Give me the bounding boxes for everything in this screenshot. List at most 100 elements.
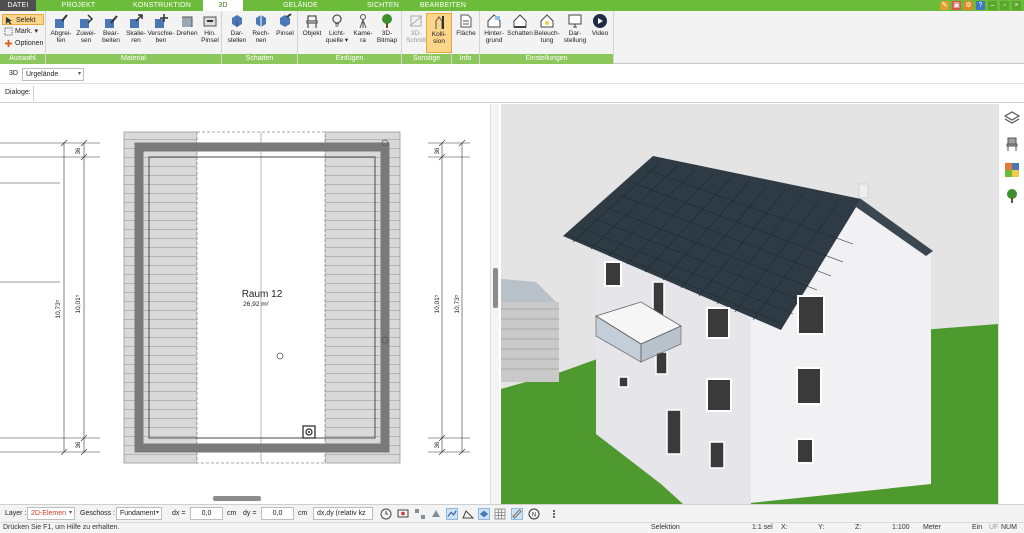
zuweisen-button[interactable]: Zuwei- sen bbox=[73, 13, 99, 53]
room-name: Raum 12 bbox=[242, 289, 283, 300]
minimize-button[interactable]: – bbox=[988, 1, 997, 10]
north-icon[interactable]: N bbox=[528, 508, 540, 520]
kamera-button[interactable]: Kame- ra bbox=[350, 13, 376, 53]
assign-material-icon bbox=[80, 14, 94, 28]
layer-label: Layer : bbox=[5, 510, 27, 517]
settings-icon[interactable]: ⚙ bbox=[964, 1, 973, 10]
status-help-text: Drücken Sie F1, um Hilfe zu erhalten. bbox=[3, 524, 120, 531]
status-bar: Drücken Sie F1, um Hilfe zu erhalten. Se… bbox=[0, 522, 1024, 533]
kollision-button[interactable]: Kolli- sion bbox=[426, 13, 452, 53]
group-label-einstellungen: Einstellungen bbox=[480, 54, 613, 64]
play-icon bbox=[593, 14, 607, 28]
help-tools-icon[interactable]: ✎ bbox=[940, 1, 949, 10]
terrain-select-value: Urgelände bbox=[26, 71, 59, 78]
mark-button[interactable]: Mark. ▾ bbox=[2, 26, 44, 37]
snap-angle-icon[interactable] bbox=[462, 508, 474, 520]
optionen-button[interactable]: Optionen bbox=[2, 38, 44, 49]
dim-right-inner: 10,01⁵ bbox=[434, 294, 441, 313]
geschoss-label: Geschoss : bbox=[80, 510, 116, 517]
snap-grid-icon[interactable] bbox=[414, 508, 426, 520]
mark-label: Mark. ▾ bbox=[15, 28, 38, 35]
ruler-icon[interactable] bbox=[511, 508, 523, 520]
tab-sichten[interactable]: SICHTEN bbox=[358, 0, 408, 11]
coordinate-mode-select[interactable]: dx,dy (relativ kz bbox=[313, 507, 373, 520]
schatten-pinsel-button[interactable]: Pinsel bbox=[272, 13, 298, 53]
schatten-settings-button[interactable]: Schatten bbox=[507, 13, 533, 53]
bearbeiten-button[interactable]: Bear- beiten bbox=[98, 13, 124, 53]
schatten-darstellen-button[interactable]: Dar- stellen bbox=[224, 13, 250, 53]
geschoss-select[interactable]: Fundament ▾ bbox=[116, 507, 162, 520]
app-icon[interactable]: ▣ bbox=[952, 1, 961, 10]
layer-select-value: 2D-Elemen bbox=[31, 510, 67, 517]
ribbon: Selekt Mark. ▾ Optionen Auswahl Abgrei- … bbox=[0, 11, 1024, 64]
tab-projekt[interactable]: PROJEKT bbox=[36, 0, 121, 11]
edit-material-icon bbox=[105, 15, 118, 28]
plants-icon[interactable] bbox=[1004, 188, 1020, 204]
grid-icon[interactable] bbox=[494, 508, 506, 520]
abgreifen-button[interactable]: Abgrei- fen bbox=[48, 13, 74, 53]
objekt-button[interactable]: Objekt bbox=[299, 13, 325, 53]
darstellung-button[interactable]: Dar- stellung bbox=[562, 13, 588, 53]
hintergrund-button[interactable]: Hinter- grund bbox=[481, 13, 507, 53]
cube-shadow-icon bbox=[232, 15, 242, 27]
snap-object-icon[interactable] bbox=[430, 508, 442, 520]
beleuchtung-button[interactable]: Beleuch- tung bbox=[534, 13, 560, 53]
selekt-label: Selekt bbox=[16, 17, 36, 24]
tab-gelaende[interactable]: GELÄNDE bbox=[243, 0, 358, 11]
dim-left-top: 36 bbox=[76, 147, 82, 154]
dialoge-label: Dialoge: bbox=[5, 89, 31, 96]
materials-icon[interactable] bbox=[1004, 162, 1020, 178]
house-background-icon bbox=[487, 14, 501, 28]
scroll-thumb[interactable] bbox=[213, 496, 261, 501]
3d-bitmap-button[interactable]: 3D- Bitmap bbox=[374, 13, 400, 53]
tab-3d[interactable]: 3D bbox=[203, 0, 243, 11]
screen-record-icon[interactable] bbox=[397, 508, 409, 520]
dx-input[interactable]: 0,0 bbox=[190, 507, 223, 520]
flaeche-button[interactable]: Fläche bbox=[453, 13, 479, 53]
schatten-rechnen-button[interactable]: Rech- nen bbox=[248, 13, 274, 53]
lichtquelle-button[interactable]: Licht- quelle ▾ bbox=[324, 13, 350, 53]
tab-bearbeiten[interactable]: BEARBEITEN bbox=[408, 0, 478, 11]
dim-left-outer: 10,73⁵ bbox=[55, 299, 62, 318]
snap-plane-icon[interactable] bbox=[478, 508, 490, 520]
chair-icon[interactable] bbox=[1004, 136, 1020, 152]
dy-input[interactable]: 0,0 bbox=[261, 507, 294, 520]
tab-datei[interactable]: DATEI bbox=[0, 0, 36, 11]
chevron-down-icon: ▾ bbox=[68, 510, 72, 516]
close-button[interactable]: × bbox=[1012, 1, 1021, 10]
layers-icon[interactable] bbox=[1004, 110, 1020, 126]
group-label-einfuegen: Einfügen bbox=[298, 54, 401, 64]
3d-view[interactable] bbox=[501, 104, 998, 504]
video-button[interactable]: Video bbox=[587, 13, 613, 53]
objekt-label: Objekt bbox=[302, 30, 322, 37]
ribbon-tab-bar: DATEI PROJEKT KONSTRUKTION 3D GELÄNDE SI… bbox=[0, 0, 1024, 11]
clock-icon[interactable] bbox=[380, 508, 392, 520]
maximize-button[interactable]: ▫ bbox=[1000, 1, 1009, 10]
tab-konstruktion[interactable]: KONSTRUKTION bbox=[121, 0, 203, 11]
video-label: Video bbox=[591, 30, 609, 37]
zuweisen-label: Zuwei- sen bbox=[76, 30, 96, 44]
help-icon[interactable]: ? bbox=[976, 1, 985, 10]
terrain-select[interactable]: Urgelände ▾ bbox=[22, 68, 84, 81]
status-num: NUM bbox=[1001, 524, 1017, 531]
scroll-thumb[interactable] bbox=[493, 268, 498, 308]
beleuchtung-label: Beleuch- tung bbox=[534, 30, 560, 44]
group-auswahl: Selekt Mark. ▾ Optionen Auswahl bbox=[0, 11, 46, 64]
selekt-button[interactable]: Selekt bbox=[2, 14, 44, 25]
shadow-brush-icon bbox=[280, 13, 292, 27]
plan-horizontal-scrollbar[interactable] bbox=[0, 494, 490, 503]
group-label-auswahl: Auswahl bbox=[0, 54, 45, 64]
hin-pinsel-button[interactable]: Hin. Pinsel bbox=[197, 13, 223, 53]
pipette-icon bbox=[55, 14, 68, 28]
geschoss-select-value: Fundament bbox=[120, 510, 156, 517]
plan-vertical-scrollbar[interactable] bbox=[490, 104, 499, 504]
more-options-icon[interactable] bbox=[548, 508, 560, 520]
layer-select[interactable]: 2D-Elemen ▾ bbox=[27, 507, 75, 520]
snap-line-icon[interactable] bbox=[446, 508, 458, 520]
skalieren-button[interactable]: Skalie- ren bbox=[123, 13, 149, 53]
dim-right-top: 36 bbox=[435, 147, 441, 154]
floor-plan-view[interactable]: Raum 12 26,92 m² 10,73⁵ 10,01⁵ 36 36 36 … bbox=[0, 104, 490, 504]
verschieben-button[interactable]: Verschie- ben bbox=[147, 13, 175, 53]
group-einstellungen: Hinter- grund Schatten Beleuch- tung Dar… bbox=[480, 11, 614, 64]
camera-icon bbox=[359, 14, 367, 29]
